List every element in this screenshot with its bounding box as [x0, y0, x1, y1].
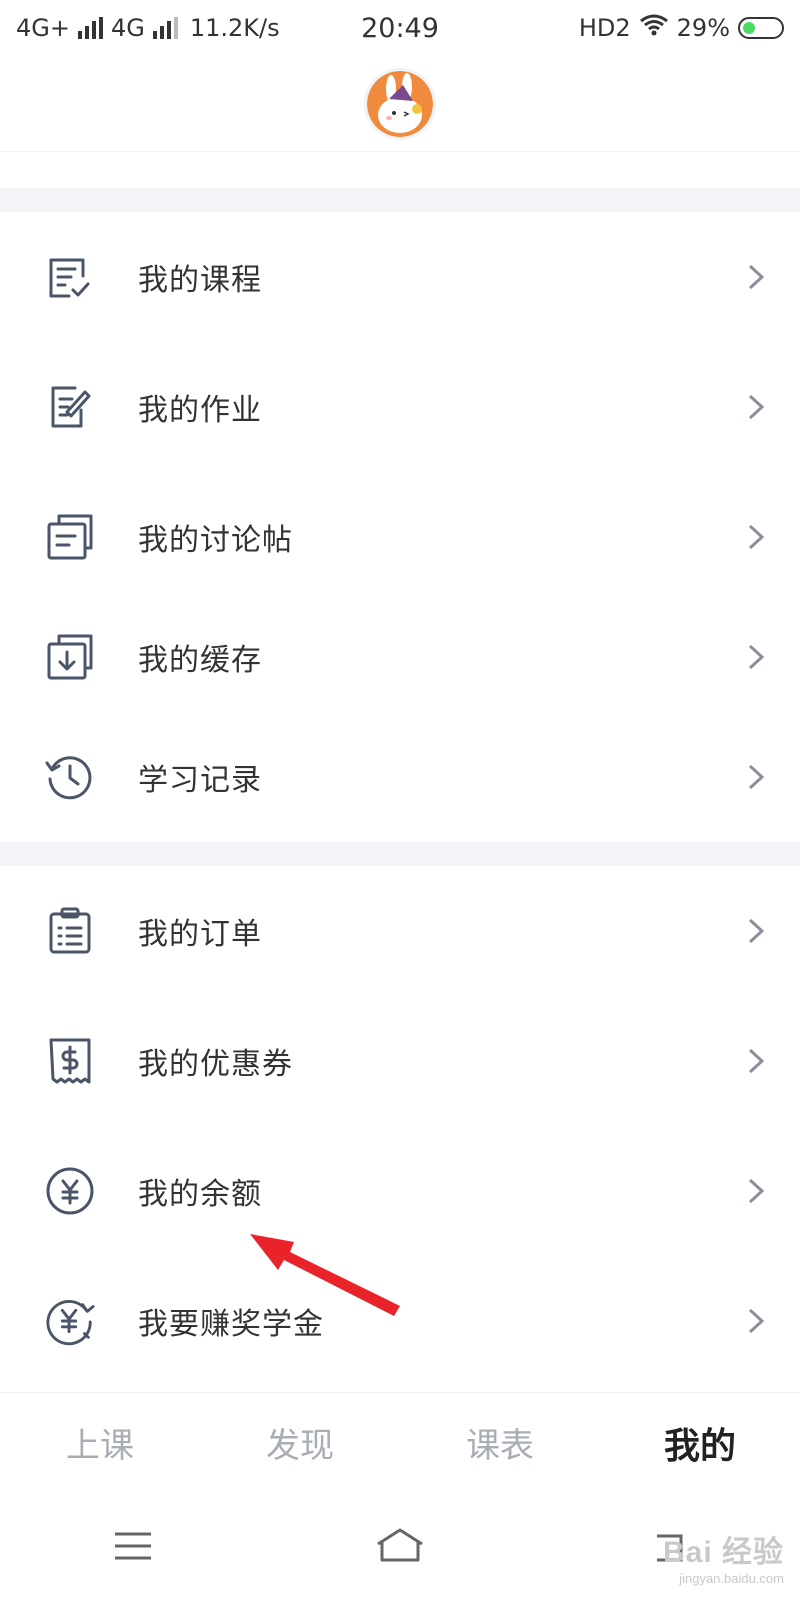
balance-yen-icon	[44, 1165, 96, 1217]
coupon-dollar-icon	[44, 1035, 96, 1087]
clock: 20:49	[361, 12, 439, 44]
menu-item-my-courses[interactable]: 我的课程	[0, 212, 800, 342]
battery-icon	[738, 17, 784, 39]
menu-icon[interactable]	[103, 1516, 163, 1576]
menu-item-my-orders[interactable]: 我的订单	[0, 866, 800, 996]
network-type-1: 4G+	[16, 14, 70, 42]
chevron-right-icon	[748, 264, 765, 290]
chevron-right-icon	[748, 1048, 765, 1074]
tab-schedule[interactable]: 课表	[400, 1393, 600, 1492]
profile-header	[0, 56, 800, 152]
tab-discover[interactable]: 发现	[200, 1393, 400, 1492]
battery-percent: 29%	[676, 14, 730, 42]
bottom-tab-bar: 上课 发现 课表 我的	[0, 1392, 800, 1492]
menu-item-my-discussions[interactable]: 我的讨论帖	[0, 472, 800, 602]
section-divider	[0, 842, 800, 866]
chevron-right-icon	[748, 1308, 765, 1334]
menu-label: 我要赚奖学金	[138, 1307, 324, 1342]
tab-class[interactable]: 上课	[0, 1393, 200, 1492]
chevron-right-icon	[748, 394, 765, 420]
tab-mine[interactable]: 我的	[600, 1393, 800, 1492]
menu-item-study-history[interactable]: 学习记录	[0, 712, 800, 842]
network-type-2: 4G	[110, 14, 145, 42]
menu-label: 学习记录	[138, 763, 262, 798]
menu-label: 我的优惠券	[138, 1047, 293, 1082]
menu-item-my-homework[interactable]: 我的作业	[0, 342, 800, 472]
discussion-post-icon	[44, 511, 96, 563]
menu-label: 我的余额	[138, 1177, 262, 1212]
menu-item-my-coupons[interactable]: 我的优惠券	[0, 996, 800, 1126]
menu-label: 我的课程	[138, 263, 262, 298]
status-bar: 4G+ 4G 11.2K/s 20:49 HD2 29%	[0, 0, 800, 56]
homework-edit-icon	[44, 381, 96, 433]
chevron-right-icon	[748, 764, 765, 790]
menu-item-my-cache[interactable]: 我的缓存	[0, 602, 800, 712]
download-cache-icon	[44, 631, 96, 683]
menu-label: 我的订单	[138, 917, 262, 952]
signal-icon	[77, 17, 103, 39]
menu-label: 我的作业	[138, 393, 262, 428]
menu-item-my-balance[interactable]: 我的余额	[0, 1126, 800, 1256]
chevron-right-icon	[748, 524, 765, 550]
section-divider	[0, 188, 800, 212]
home-icon[interactable]	[370, 1516, 430, 1576]
menu-label: 我的讨论帖	[138, 523, 293, 558]
signal-icon-2	[152, 17, 178, 39]
menu-item-earn-scholarship[interactable]: 我要赚奖学金	[0, 1256, 800, 1386]
network-speed: 11.2K/s	[189, 14, 280, 42]
menu-label: 我的缓存	[138, 643, 262, 678]
chevron-right-icon	[748, 918, 765, 944]
watermark: Bai 经验 jingyan.baidu.com	[662, 1536, 784, 1586]
order-clipboard-icon	[44, 905, 96, 957]
wifi-icon	[639, 13, 669, 43]
avatar[interactable]	[364, 67, 436, 140]
chevron-right-icon	[748, 644, 765, 670]
chevron-right-icon	[748, 1178, 765, 1204]
hd-indicator: HD2	[578, 14, 631, 42]
scholarship-yen-icon	[44, 1295, 96, 1347]
history-clock-icon	[44, 751, 96, 803]
course-checklist-icon	[44, 251, 96, 303]
